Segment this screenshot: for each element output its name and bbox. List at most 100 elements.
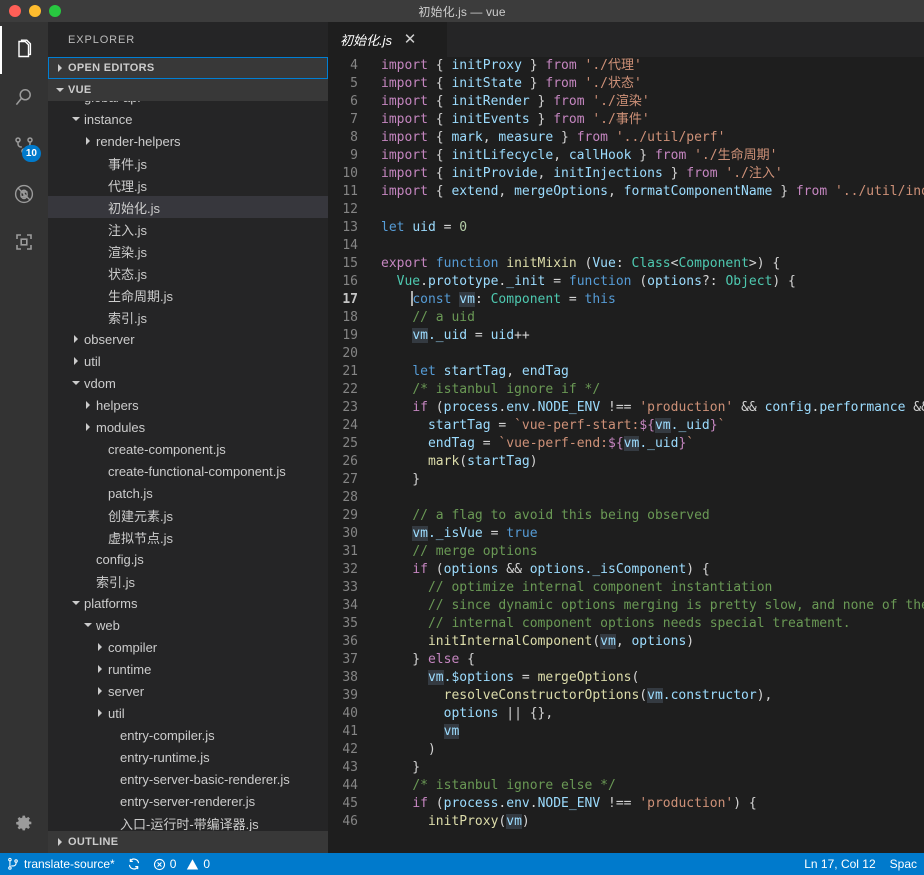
- code-line[interactable]: 10 import { initProvide, initInjections }…: [328, 165, 924, 183]
- code-line[interactable]: 25 endTag = `vue-perf-end:${vm._uid}`: [328, 435, 924, 453]
- code-line[interactable]: 29 // a flag to avoid this being observe…: [328, 507, 924, 525]
- code-line[interactable]: 16 Vue.prototype._init = function (optio…: [328, 273, 924, 291]
- tree-item[interactable]: 入口-运行时-带编译器.js: [48, 812, 328, 832]
- tree-item[interactable]: compiler: [48, 636, 328, 658]
- code-line[interactable]: 19 vm._uid = uid++: [328, 327, 924, 345]
- code-line[interactable]: 11 import { extend, mergeOptions, formatC…: [328, 183, 924, 201]
- status-branch[interactable]: translate-source*: [0, 853, 121, 875]
- code-line[interactable]: 34 // since dynamic options merging is p…: [328, 597, 924, 615]
- tree-item[interactable]: create-functional-component.js: [48, 460, 328, 482]
- tree-item[interactable]: util: [48, 350, 328, 372]
- code-line[interactable]: 40 options || {},: [328, 705, 924, 723]
- code-line[interactable]: 9 import { initLifecycle, callHook } from…: [328, 147, 924, 165]
- code-line[interactable]: 4 import { initProxy } from './代理': [328, 57, 924, 75]
- code-line[interactable]: 20: [328, 345, 924, 363]
- code-line[interactable]: 28: [328, 489, 924, 507]
- code-line[interactable]: 41 vm: [328, 723, 924, 741]
- code-token: !==: [600, 400, 640, 415]
- section-vue[interactable]: VUE: [48, 79, 328, 101]
- activity-bar-item-debug[interactable]: [0, 170, 48, 218]
- code-line[interactable]: 21 let startTag, endTag: [328, 363, 924, 381]
- file-tree[interactable]: global-api instance render-helpers 事件.js 代理.…: [48, 101, 328, 831]
- code-line[interactable]: 14: [328, 237, 924, 255]
- code-line[interactable]: 15 export function initMixin (Vue: Class<…: [328, 255, 924, 273]
- tree-item[interactable]: 虚拟节点.js: [48, 526, 328, 548]
- code-line[interactable]: 31 // merge options: [328, 543, 924, 561]
- tree-item[interactable]: 索引.js: [48, 570, 328, 592]
- zoom-window-button[interactable]: [49, 5, 61, 17]
- status-sync[interactable]: [121, 853, 147, 875]
- tree-item[interactable]: 生命周期.js: [48, 284, 328, 306]
- tree-item[interactable]: util: [48, 702, 328, 724]
- tree-item[interactable]: render-helpers: [48, 130, 328, 152]
- code-line[interactable]: 33 // optimize internal component instan…: [328, 579, 924, 597]
- activity-bar-item-extensions[interactable]: [0, 218, 48, 266]
- code-line[interactable]: 30 vm._isVue = true: [328, 525, 924, 543]
- tree-item[interactable]: 索引.js: [48, 306, 328, 328]
- window-controls[interactable]: [0, 5, 61, 17]
- tree-item[interactable]: 创建元素.js: [48, 504, 328, 526]
- code-line[interactable]: 18 // a uid: [328, 309, 924, 327]
- tree-item[interactable]: observer: [48, 328, 328, 350]
- activity-bar-item-source-control[interactable]: 10: [0, 122, 48, 170]
- status-problems[interactable]: 0 0: [147, 853, 216, 875]
- code-line[interactable]: 36 initInternalComponent(vm, options): [328, 633, 924, 651]
- tree-item[interactable]: 状态.js: [48, 262, 328, 284]
- code-line[interactable]: 13 let uid = 0: [328, 219, 924, 237]
- close-icon[interactable]: ✕: [402, 32, 418, 47]
- tree-item[interactable]: 事件.js: [48, 152, 328, 174]
- tree-item[interactable]: entry-server-renderer.js: [48, 790, 328, 812]
- minimize-window-button[interactable]: [29, 5, 41, 17]
- code-line[interactable]: 45 if (process.env.NODE_ENV !== 'product…: [328, 795, 924, 813]
- code-line[interactable]: 5 import { initState } from './状态': [328, 75, 924, 93]
- activity-bar-item-explorer[interactable]: [0, 26, 48, 74]
- code-line[interactable]: 23 if (process.env.NODE_ENV !== 'product…: [328, 399, 924, 417]
- tree-item[interactable]: 注入.js: [48, 218, 328, 240]
- tree-item[interactable]: 初始化.js: [48, 196, 328, 218]
- section-open-editors[interactable]: OPEN EDITORS: [48, 57, 328, 79]
- code-editor[interactable]: 3import config from '../config'4import {…: [328, 57, 924, 853]
- code-line[interactable]: 43 }: [328, 759, 924, 777]
- code-line[interactable]: 7 import { initEvents } from './事件': [328, 111, 924, 129]
- code-line[interactable]: 24 startTag = `vue-perf-start:${vm._uid}…: [328, 417, 924, 435]
- tree-item[interactable]: config.js: [48, 548, 328, 570]
- tree-item[interactable]: patch.js: [48, 482, 328, 504]
- code-line[interactable]: 17 const vm: Component = this: [328, 291, 924, 309]
- tree-item[interactable]: web: [48, 614, 328, 636]
- tree-item[interactable]: global-api: [48, 101, 328, 108]
- code-line[interactable]: 12: [328, 201, 924, 219]
- tree-item[interactable]: create-component.js: [48, 438, 328, 460]
- code-line[interactable]: 32 if (options && options._isComponent) …: [328, 561, 924, 579]
- tree-item[interactable]: runtime: [48, 658, 328, 680]
- code-line[interactable]: 44 /* istanbul ignore else */: [328, 777, 924, 795]
- activity-bar-item-search[interactable]: [0, 74, 48, 122]
- tree-item[interactable]: instance: [48, 108, 328, 130]
- tree-item[interactable]: helpers: [48, 394, 328, 416]
- status-cursor-position[interactable]: Ln 17, Col 12: [797, 853, 882, 875]
- tree-item[interactable]: server: [48, 680, 328, 702]
- tree-item[interactable]: vdom: [48, 372, 328, 394]
- status-indentation[interactable]: Spac: [883, 853, 924, 875]
- tree-item[interactable]: 代理.js: [48, 174, 328, 196]
- code-line[interactable]: 46 initProxy(vm): [328, 813, 924, 831]
- tree-item[interactable]: modules: [48, 416, 328, 438]
- code-line[interactable]: 42 ): [328, 741, 924, 759]
- code-line[interactable]: 35 // internal component options needs s…: [328, 615, 924, 633]
- tree-item[interactable]: entry-compiler.js: [48, 724, 328, 746]
- close-window-button[interactable]: [9, 5, 21, 17]
- tree-item[interactable]: entry-runtime.js: [48, 746, 328, 768]
- code-line[interactable]: 38 vm.$options = mergeOptions(: [328, 669, 924, 687]
- tree-item[interactable]: platforms: [48, 592, 328, 614]
- code-line[interactable]: 6 import { initRender } from './渲染': [328, 93, 924, 111]
- tree-item[interactable]: 渲染.js: [48, 240, 328, 262]
- section-outline[interactable]: OUTLINE: [48, 831, 328, 853]
- activity-bar-item-manage[interactable]: [0, 799, 48, 847]
- tree-item[interactable]: entry-server-basic-renderer.js: [48, 768, 328, 790]
- code-line[interactable]: 26 mark(startTag): [328, 453, 924, 471]
- code-line[interactable]: 8 import { mark, measure } from '../util/…: [328, 129, 924, 147]
- code-line[interactable]: 27 }: [328, 471, 924, 489]
- code-line[interactable]: 39 resolveConstructorOptions(vm.construc…: [328, 687, 924, 705]
- code-line[interactable]: 22 /* istanbul ignore if */: [328, 381, 924, 399]
- code-line[interactable]: 37 } else {: [328, 651, 924, 669]
- tab-初始化-js[interactable]: 初始化.js ✕: [328, 22, 448, 57]
